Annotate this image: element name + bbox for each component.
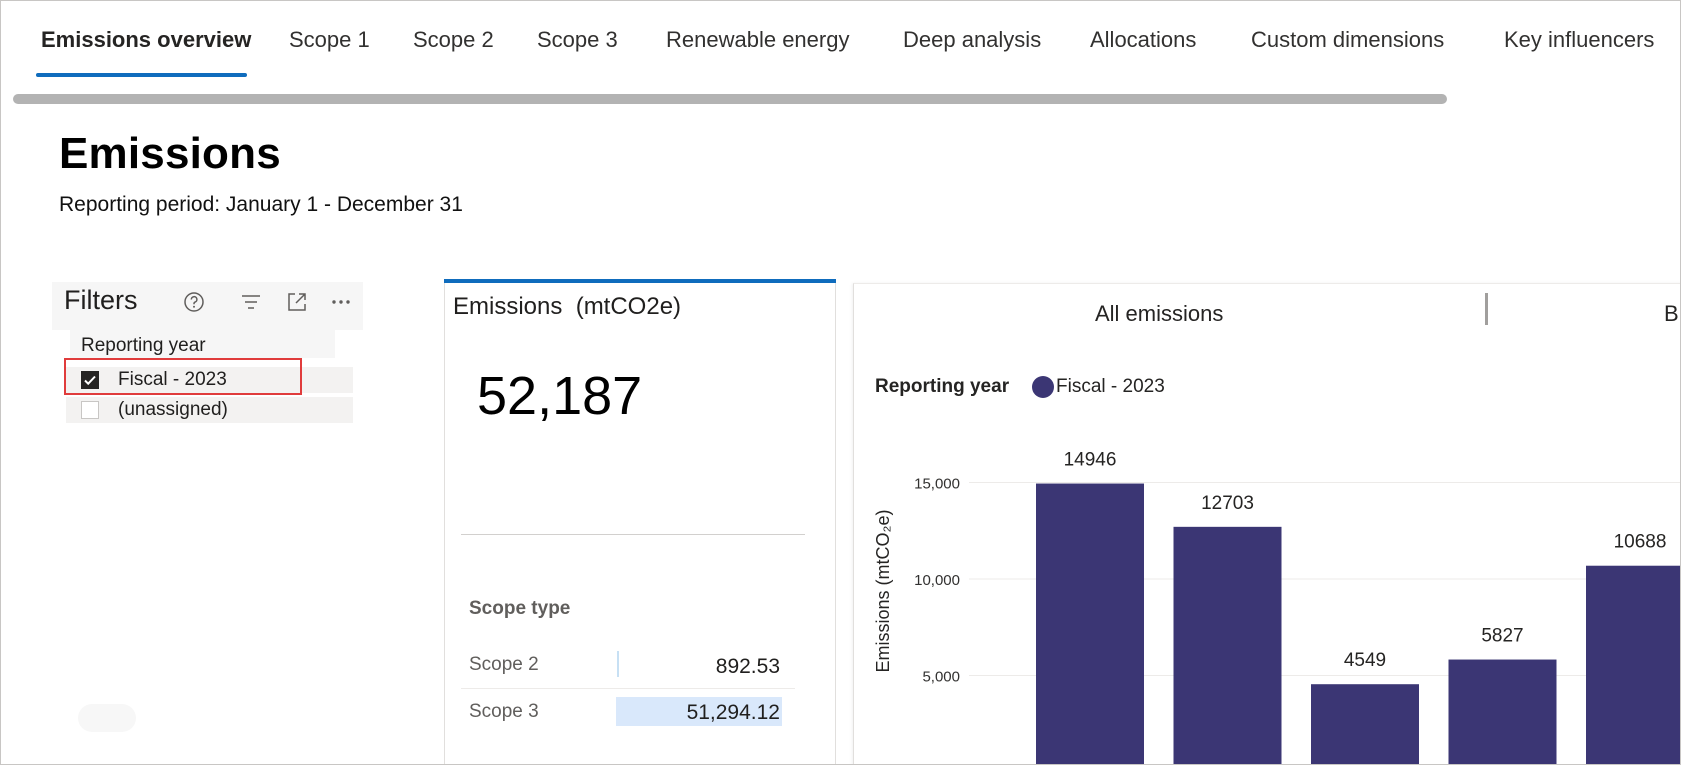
emissions-bar-chart: 5,000 10,000 15,000 14946 12703 4549 5827 1068… xyxy=(873,450,1681,765)
report-frame: Emissions overview Scope 1 Scope 2 Scope… xyxy=(0,0,1681,765)
bar[interactable] xyxy=(1173,526,1282,765)
y-tick-label: 15,000 xyxy=(914,476,960,493)
bar-data-label: 10688 xyxy=(1614,532,1667,553)
bar[interactable] xyxy=(1586,565,1681,765)
bar[interactable] xyxy=(1311,684,1419,765)
bar-data-label: 14946 xyxy=(1064,450,1117,471)
y-tick-label: 5,000 xyxy=(922,669,960,686)
bar[interactable] xyxy=(1448,659,1557,765)
bar-data-label: 12703 xyxy=(1201,493,1254,514)
y-axis-label: Emissions (mtCO₂e) xyxy=(873,509,893,672)
bar[interactable] xyxy=(1036,483,1144,765)
y-tick-label: 10,000 xyxy=(914,572,960,589)
bar-data-label: 4549 xyxy=(1344,650,1386,671)
bar-data-label: 5827 xyxy=(1481,626,1523,647)
